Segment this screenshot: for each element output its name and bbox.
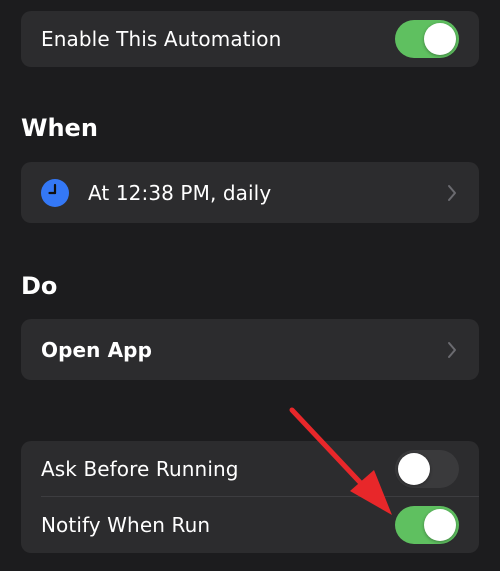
trigger-label: At 12:38 PM, daily	[88, 180, 272, 205]
notify-when-run-label: Notify When Run	[41, 513, 211, 537]
trigger-row[interactable]: At 12:38 PM, daily	[21, 162, 479, 223]
enable-automation-row: Enable This Automation	[21, 11, 479, 67]
open-app-label: Open App	[41, 337, 152, 362]
toggle-knob	[424, 23, 456, 55]
do-card: Open App	[21, 319, 479, 380]
toggle-knob	[424, 509, 456, 541]
when-card: At 12:38 PM, daily	[21, 162, 479, 223]
chevron-right-icon	[448, 184, 456, 201]
chevron-right-icon	[448, 341, 456, 358]
notify-when-run-toggle[interactable]	[395, 506, 459, 544]
when-section-title: When	[21, 114, 98, 142]
enable-automation-label: Enable This Automation	[41, 27, 282, 51]
ask-before-running-row: Ask Before Running	[21, 441, 479, 497]
options-card: Ask Before Running Notify When Run	[21, 441, 479, 553]
toggle-knob	[398, 453, 430, 485]
do-section-title: Do	[21, 272, 58, 300]
clock-icon	[41, 178, 69, 207]
open-app-row[interactable]: Open App	[21, 319, 479, 380]
enable-automation-card: Enable This Automation	[21, 11, 479, 67]
ask-before-running-label: Ask Before Running	[41, 457, 239, 481]
ask-before-running-toggle[interactable]	[395, 450, 459, 488]
enable-automation-toggle[interactable]	[395, 20, 459, 58]
notify-when-run-row: Notify When Run	[21, 497, 479, 553]
